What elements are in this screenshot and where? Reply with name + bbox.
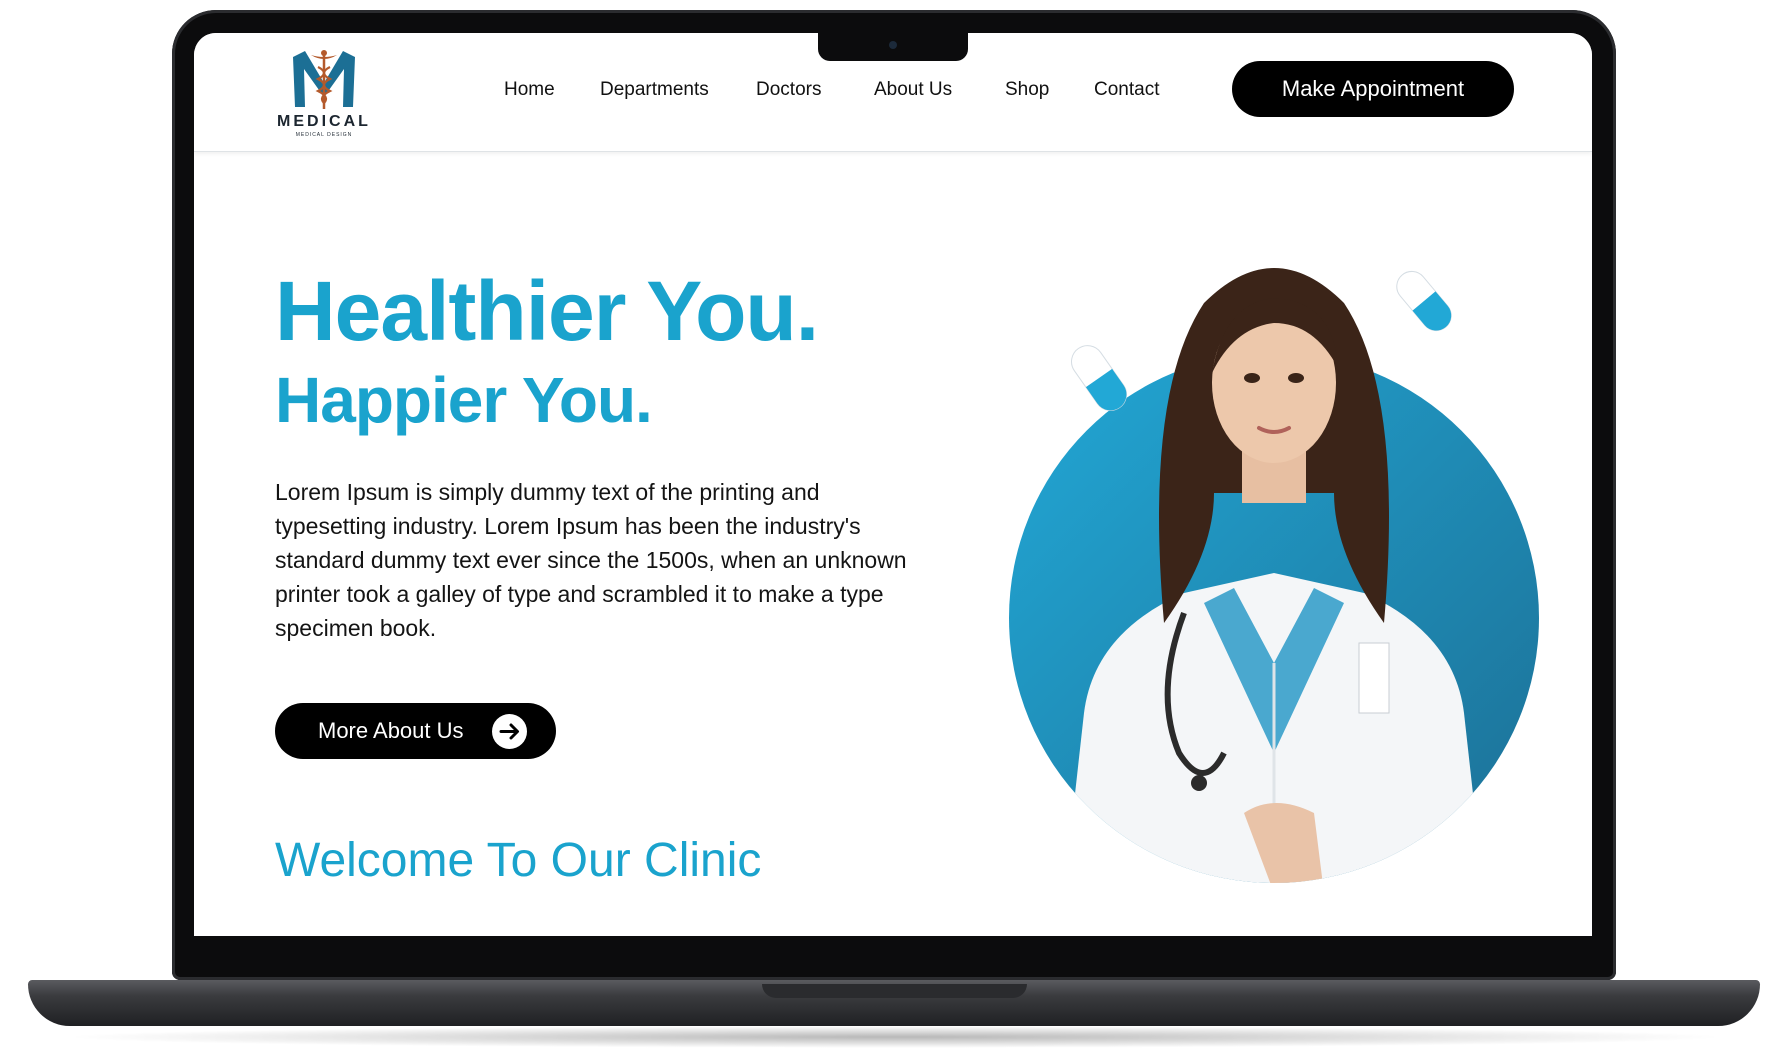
logo-tagline: MEDICAL DESIGN xyxy=(295,132,353,138)
nav-about-us[interactable]: About Us xyxy=(874,79,952,101)
hero-subtitle: Happier You. xyxy=(275,364,653,436)
camera-icon xyxy=(889,41,897,49)
more-about-us-label: More About Us xyxy=(318,718,464,743)
nav-departments[interactable]: Departments xyxy=(600,79,709,101)
more-about-us-button[interactable]: More About Us xyxy=(275,703,556,759)
caduceus-icon xyxy=(293,50,355,109)
nav-doctors[interactable]: Doctors xyxy=(756,79,821,101)
camera-notch xyxy=(818,33,968,61)
doctor-hero-image xyxy=(974,193,1574,893)
logo-name: MEDICAL xyxy=(277,113,371,130)
welcome-heading: Welcome To Our Clinic xyxy=(275,834,762,887)
arrow-right-icon xyxy=(492,714,527,749)
laptop-shadow xyxy=(60,1026,1730,1048)
capsule-icon xyxy=(1396,270,1452,332)
nav-shop[interactable]: Shop xyxy=(1005,79,1049,101)
site-logo[interactable]: MEDICAL MEDICAL DESIGN xyxy=(274,47,374,141)
capsule-icon xyxy=(1071,345,1127,411)
nav-contact[interactable]: Contact xyxy=(1094,79,1159,101)
hero-title: Healthier You. xyxy=(275,264,819,358)
nav-home[interactable]: Home xyxy=(504,79,555,101)
hero-description: Lorem Ipsum is simply dummy text of the … xyxy=(275,479,907,641)
website-screen: MEDICAL MEDICAL DESIGN Home Departments … xyxy=(194,33,1592,936)
make-appointment-button[interactable]: Make Appointment xyxy=(1232,61,1514,117)
laptop-hinge-notch xyxy=(762,984,1027,998)
